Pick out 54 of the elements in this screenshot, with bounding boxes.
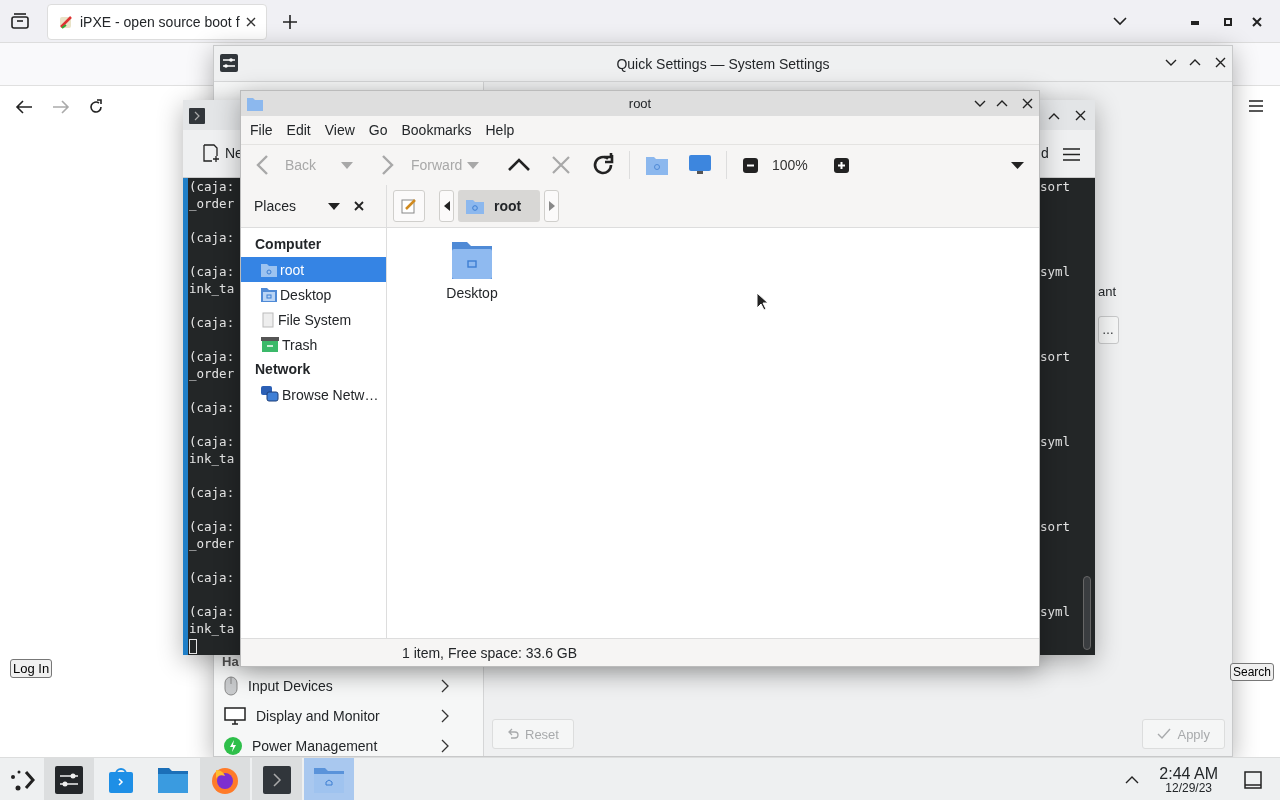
terminal-line: ink_ta: [189, 281, 235, 296]
terminal-line: _order: [189, 196, 235, 211]
terminal-line: (caja:: [189, 604, 235, 619]
terminal-line: sort: [1040, 519, 1071, 534]
toolbar-label: d: [1041, 145, 1049, 161]
terminal-line: ink_ta: [189, 621, 235, 636]
menu-item[interactable]: Bookmarks: [394, 122, 479, 138]
terminal-line: (caja:: [189, 315, 235, 330]
terminal-line: syml: [1040, 264, 1071, 279]
menu-item[interactable]: Help: [478, 122, 522, 138]
window-title: root: [628, 96, 652, 111]
terminal-line: (caja:: [189, 570, 235, 585]
category-item[interactable]: Power Management: [214, 731, 483, 756]
terminal-line: (caja:: [189, 485, 235, 500]
search-button[interactable]: Search: [1230, 663, 1275, 681]
sidebar-item[interactable]: Desktop: [241, 282, 386, 307]
section-header: Ha: [221, 654, 240, 671]
sidebar-item[interactable]: Trash: [241, 332, 386, 357]
terminal-line: ink_ta: [189, 451, 235, 466]
sidebar-heading: Network: [254, 360, 312, 379]
sidebar-item[interactable]: root: [241, 257, 386, 282]
sidebar-item[interactable]: File System: [241, 307, 386, 332]
option-label: ant: [1098, 284, 1117, 299]
terminal-line: (caja:: [189, 179, 235, 194]
terminal-line: (caja:: [189, 264, 235, 279]
menu-item[interactable]: View: [317, 122, 362, 138]
terminal-line: _order: [189, 366, 235, 381]
file-name[interactable]: Desktop: [446, 285, 498, 301]
terminal-line: _order: [189, 536, 235, 551]
terminal-line: sort: [1040, 349, 1071, 364]
terminal-line: (caja:: [189, 400, 235, 415]
terminal-line: syml: [1040, 434, 1071, 449]
menu-item[interactable]: Go: [361, 122, 395, 138]
browser-tab[interactable]: iPXE - open source boot f: [47, 4, 267, 40]
clock[interactable]: 2:44 AM 12/29/23: [1159, 765, 1218, 794]
terminal-line: syml: [1040, 604, 1071, 619]
terminal-line: (caja:: [189, 349, 235, 364]
window-title: Quick Settings — System Settings: [616, 55, 830, 72]
sidebar-heading: Computer: [254, 235, 323, 254]
terminal-line: (caja:: [189, 519, 235, 534]
status-text: 1 item, Free space: 33.6 GB: [402, 644, 578, 661]
terminal-line: (caja:: [189, 230, 235, 245]
terminal-line: sort: [1040, 179, 1071, 194]
more-button[interactable]: …: [1098, 316, 1119, 344]
sidebar-item[interactable]: Browse Netw…: [241, 382, 386, 407]
menu-item[interactable]: File: [243, 122, 280, 138]
category-item[interactable]: Display and Monitor: [214, 701, 483, 731]
menu-item[interactable]: Edit: [279, 122, 318, 138]
places-label[interactable]: Places: [254, 198, 314, 214]
zoom-level: 100%: [772, 157, 808, 173]
log-in-button[interactable]: Log In: [10, 659, 53, 678]
terminal-line: (caja:: [189, 434, 235, 449]
category-item[interactable]: Input Devices: [214, 671, 483, 701]
breadcrumb-button[interactable]: root: [458, 190, 540, 222]
